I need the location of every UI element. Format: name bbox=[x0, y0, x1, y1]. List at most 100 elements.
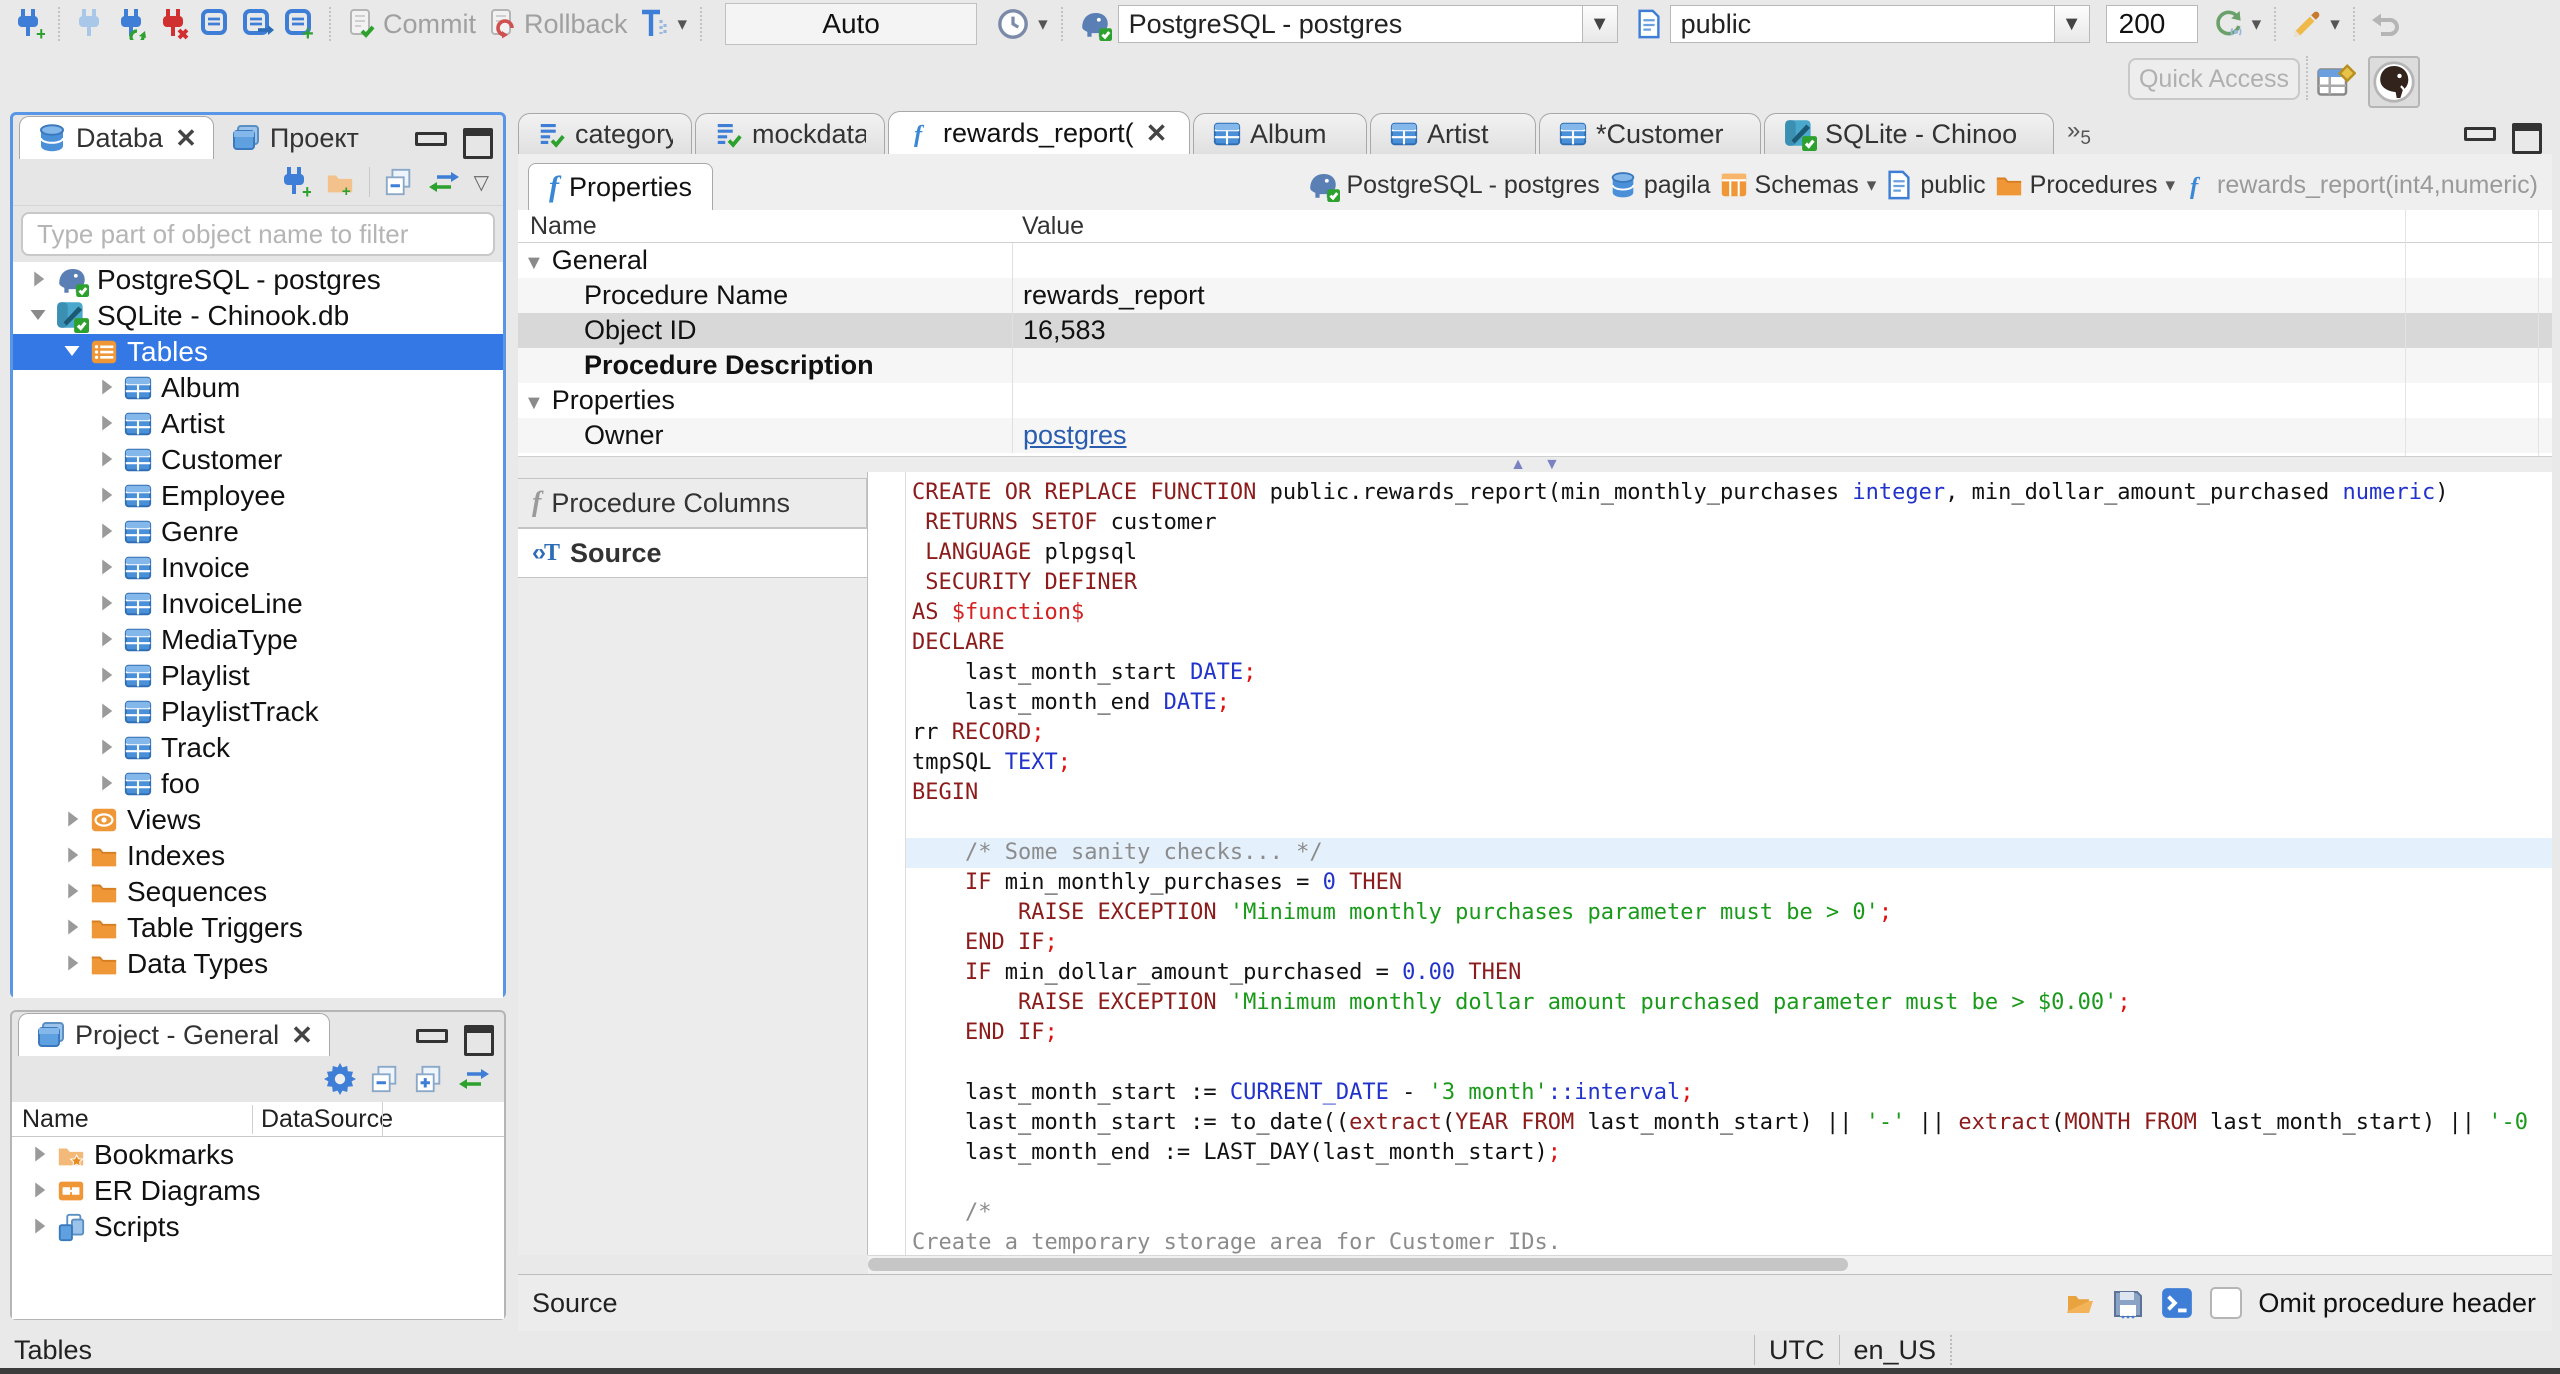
minimize-icon[interactable] bbox=[416, 1028, 448, 1043]
status-locale[interactable]: en_US bbox=[1854, 1335, 1937, 1366]
collapse-arrow-icon[interactable] bbox=[59, 912, 85, 944]
close-icon[interactable]: ✕ bbox=[1146, 118, 1168, 149]
tree-item-postgresql-postgres[interactable]: PostgreSQL - postgres bbox=[13, 262, 503, 298]
breadcrumb-item-rewards-report[interactable]: f rewards_report(int4,numeric) bbox=[2183, 171, 2538, 200]
breadcrumb-item-public[interactable]: public bbox=[1884, 170, 1986, 200]
auto-refresh-button[interactable]: ▾ bbox=[2212, 8, 2261, 40]
tree-item-sqlite-chinook-db[interactable]: SQLite - Chinook.db bbox=[13, 298, 503, 334]
tree-item-indexes[interactable]: Indexes bbox=[13, 838, 503, 874]
breadcrumb-item-procedures[interactable]: Procedures ▾ bbox=[1994, 170, 2175, 200]
tab-overflow-chevron[interactable]: »5 bbox=[2057, 117, 2101, 150]
breadcrumb-item-pagila[interactable]: pagila bbox=[1608, 170, 1711, 200]
tree-item-employee[interactable]: Employee bbox=[13, 478, 503, 514]
tab-properties[interactable]: f Properties bbox=[528, 163, 714, 210]
tree-item-playlisttrack[interactable]: PlaylistTrack bbox=[13, 694, 503, 730]
tree-item-foo[interactable]: foo bbox=[13, 766, 503, 802]
column-header-datasource[interactable]: DataSource bbox=[252, 1104, 393, 1134]
dbeaver-perspective-icon[interactable] bbox=[2368, 56, 2420, 108]
new-connection-icon[interactable]: + bbox=[279, 166, 311, 198]
collapse-all-icon[interactable] bbox=[384, 167, 414, 197]
combo-arrow-icon[interactable]: ▼ bbox=[2053, 6, 2089, 42]
source-code-editor[interactable]: CREATE OR REPLACE FUNCTION public.reward… bbox=[868, 472, 2552, 1255]
connect-icon[interactable] bbox=[74, 8, 106, 40]
property-row-procedure-description[interactable]: Procedure Description bbox=[518, 348, 2552, 383]
property-row-general[interactable]: ▼ General bbox=[518, 243, 2552, 278]
collapse-arrow-icon[interactable] bbox=[59, 876, 85, 908]
collapse-arrow-icon[interactable] bbox=[59, 804, 85, 836]
tree-item-views[interactable]: Views bbox=[13, 802, 503, 838]
collapse-arrow-icon[interactable] bbox=[93, 660, 119, 692]
collapse-arrow-icon[interactable] bbox=[93, 624, 119, 656]
collapse-arrow-icon[interactable] bbox=[26, 1175, 52, 1207]
tree-item-table-triggers[interactable]: Table Triggers bbox=[13, 910, 503, 946]
collapse-arrow-icon[interactable] bbox=[59, 840, 85, 872]
dropdown-arrow-icon[interactable]: ▾ bbox=[2166, 174, 2176, 197]
column-header-value[interactable]: Value bbox=[1012, 212, 1084, 241]
collapse-arrow-icon[interactable] bbox=[93, 480, 119, 512]
column-header-name[interactable]: Name bbox=[12, 1105, 252, 1134]
highlighter-button[interactable]: ▾ bbox=[2290, 8, 2340, 40]
collapse-up-icon[interactable]: ▲ bbox=[1510, 457, 1526, 473]
open-in-sql-console-icon[interactable] bbox=[2160, 1286, 2194, 1320]
load-from-file-icon[interactable] bbox=[2064, 1287, 2096, 1319]
link-with-editor-icon[interactable] bbox=[458, 1063, 490, 1095]
transaction-log-button[interactable]: ▾ bbox=[996, 7, 1048, 41]
new-folder-icon[interactable]: + bbox=[325, 167, 355, 197]
open-perspective-icon[interactable] bbox=[2316, 62, 2356, 102]
editor-tab-category[interactable]: category bbox=[518, 113, 692, 154]
collapse-arrow-icon[interactable] bbox=[25, 264, 51, 296]
rollback-button[interactable]: Rollback bbox=[486, 8, 628, 40]
property-row-owner[interactable]: Owner postgres bbox=[518, 418, 2552, 453]
tree-item-genre[interactable]: Genre bbox=[13, 514, 503, 550]
commit-mode-selector[interactable]: Auto bbox=[725, 3, 978, 45]
tree-item-playlist[interactable]: Playlist bbox=[13, 658, 503, 694]
save-to-file-icon[interactable] bbox=[2112, 1287, 2144, 1319]
quick-access-input[interactable]: Quick Access bbox=[2128, 58, 2300, 100]
transaction-mode-button[interactable]: ▾ bbox=[638, 8, 687, 40]
connection-selector[interactable]: PostgreSQL - postgres ▼ bbox=[1117, 5, 1618, 43]
status-timezone[interactable]: UTC bbox=[1769, 1335, 1825, 1366]
close-icon[interactable]: ✕ bbox=[175, 123, 197, 154]
project-item-scripts[interactable]: Scripts bbox=[12, 1209, 504, 1245]
horizontal-scrollbar[interactable] bbox=[868, 1255, 2552, 1274]
project-item-bookmarks[interactable]: Bookmarks bbox=[12, 1137, 504, 1173]
property-row-properties[interactable]: ▼ Properties bbox=[518, 383, 2552, 418]
commit-button[interactable]: Commit bbox=[345, 8, 476, 40]
collapse-arrow-icon[interactable] bbox=[93, 516, 119, 548]
link-with-editor-icon[interactable] bbox=[428, 166, 460, 198]
collapse-down-icon[interactable]: ▼ bbox=[1544, 457, 1560, 473]
group-expand-icon[interactable]: ▼ bbox=[524, 392, 544, 414]
tree-item-customer[interactable]: Customer bbox=[13, 442, 503, 478]
editor-tab-artist[interactable]: Artist bbox=[1370, 113, 1536, 154]
tree-item-tables[interactable]: Tables bbox=[13, 334, 503, 370]
tree-item-track[interactable]: Track bbox=[13, 730, 503, 766]
property-row-object-id[interactable]: Object ID 16,583 bbox=[518, 313, 2552, 348]
maximize-icon[interactable] bbox=[464, 1025, 494, 1056]
collapse-arrow-icon[interactable] bbox=[26, 1211, 52, 1243]
omit-procedure-header-checkbox[interactable] bbox=[2210, 1287, 2243, 1319]
expand-arrow-icon[interactable] bbox=[59, 336, 85, 368]
tree-item-sequences[interactable]: Sequences bbox=[13, 874, 503, 910]
breadcrumb-item-schemas[interactable]: Schemas ▾ bbox=[1719, 170, 1877, 200]
editor-tab--customer[interactable]: *Customer bbox=[1539, 113, 1761, 154]
property-value[interactable]: postgres bbox=[1023, 420, 1127, 451]
breadcrumb-item-postgresql-postgres[interactable]: PostgreSQL - postgres bbox=[1306, 168, 1600, 202]
new-connection-icon[interactable]: + bbox=[13, 8, 45, 40]
collapse-arrow-icon[interactable] bbox=[93, 588, 119, 620]
tree-item-invoice[interactable]: Invoice bbox=[13, 550, 503, 586]
maximize-icon[interactable] bbox=[2512, 123, 2542, 154]
tab-database-navigator[interactable]: Databa ✕ bbox=[19, 116, 214, 159]
schema-selector[interactable]: public ▼ bbox=[1669, 5, 2090, 43]
expand-all-icon[interactable] bbox=[414, 1064, 444, 1094]
collapse-arrow-icon[interactable] bbox=[93, 552, 119, 584]
editor-tab-rewards-report-[interactable]: f rewards_report(✕ bbox=[888, 111, 1190, 154]
collapse-arrow-icon[interactable] bbox=[26, 1139, 52, 1171]
sql-editor-icon[interactable] bbox=[200, 8, 232, 40]
open-sql-script-icon[interactable] bbox=[242, 8, 274, 40]
scrollbar-thumb[interactable] bbox=[868, 1258, 1848, 1271]
editor-tab-mockdata[interactable]: mockdata bbox=[695, 113, 885, 154]
fetch-size-input[interactable]: 200 bbox=[2105, 5, 2198, 43]
tree-item-invoiceline[interactable]: InvoiceLine bbox=[13, 586, 503, 622]
project-item-er-diagrams[interactable]: ER Diagrams bbox=[12, 1173, 504, 1209]
dropdown-arrow-icon[interactable]: ▾ bbox=[1867, 174, 1877, 197]
